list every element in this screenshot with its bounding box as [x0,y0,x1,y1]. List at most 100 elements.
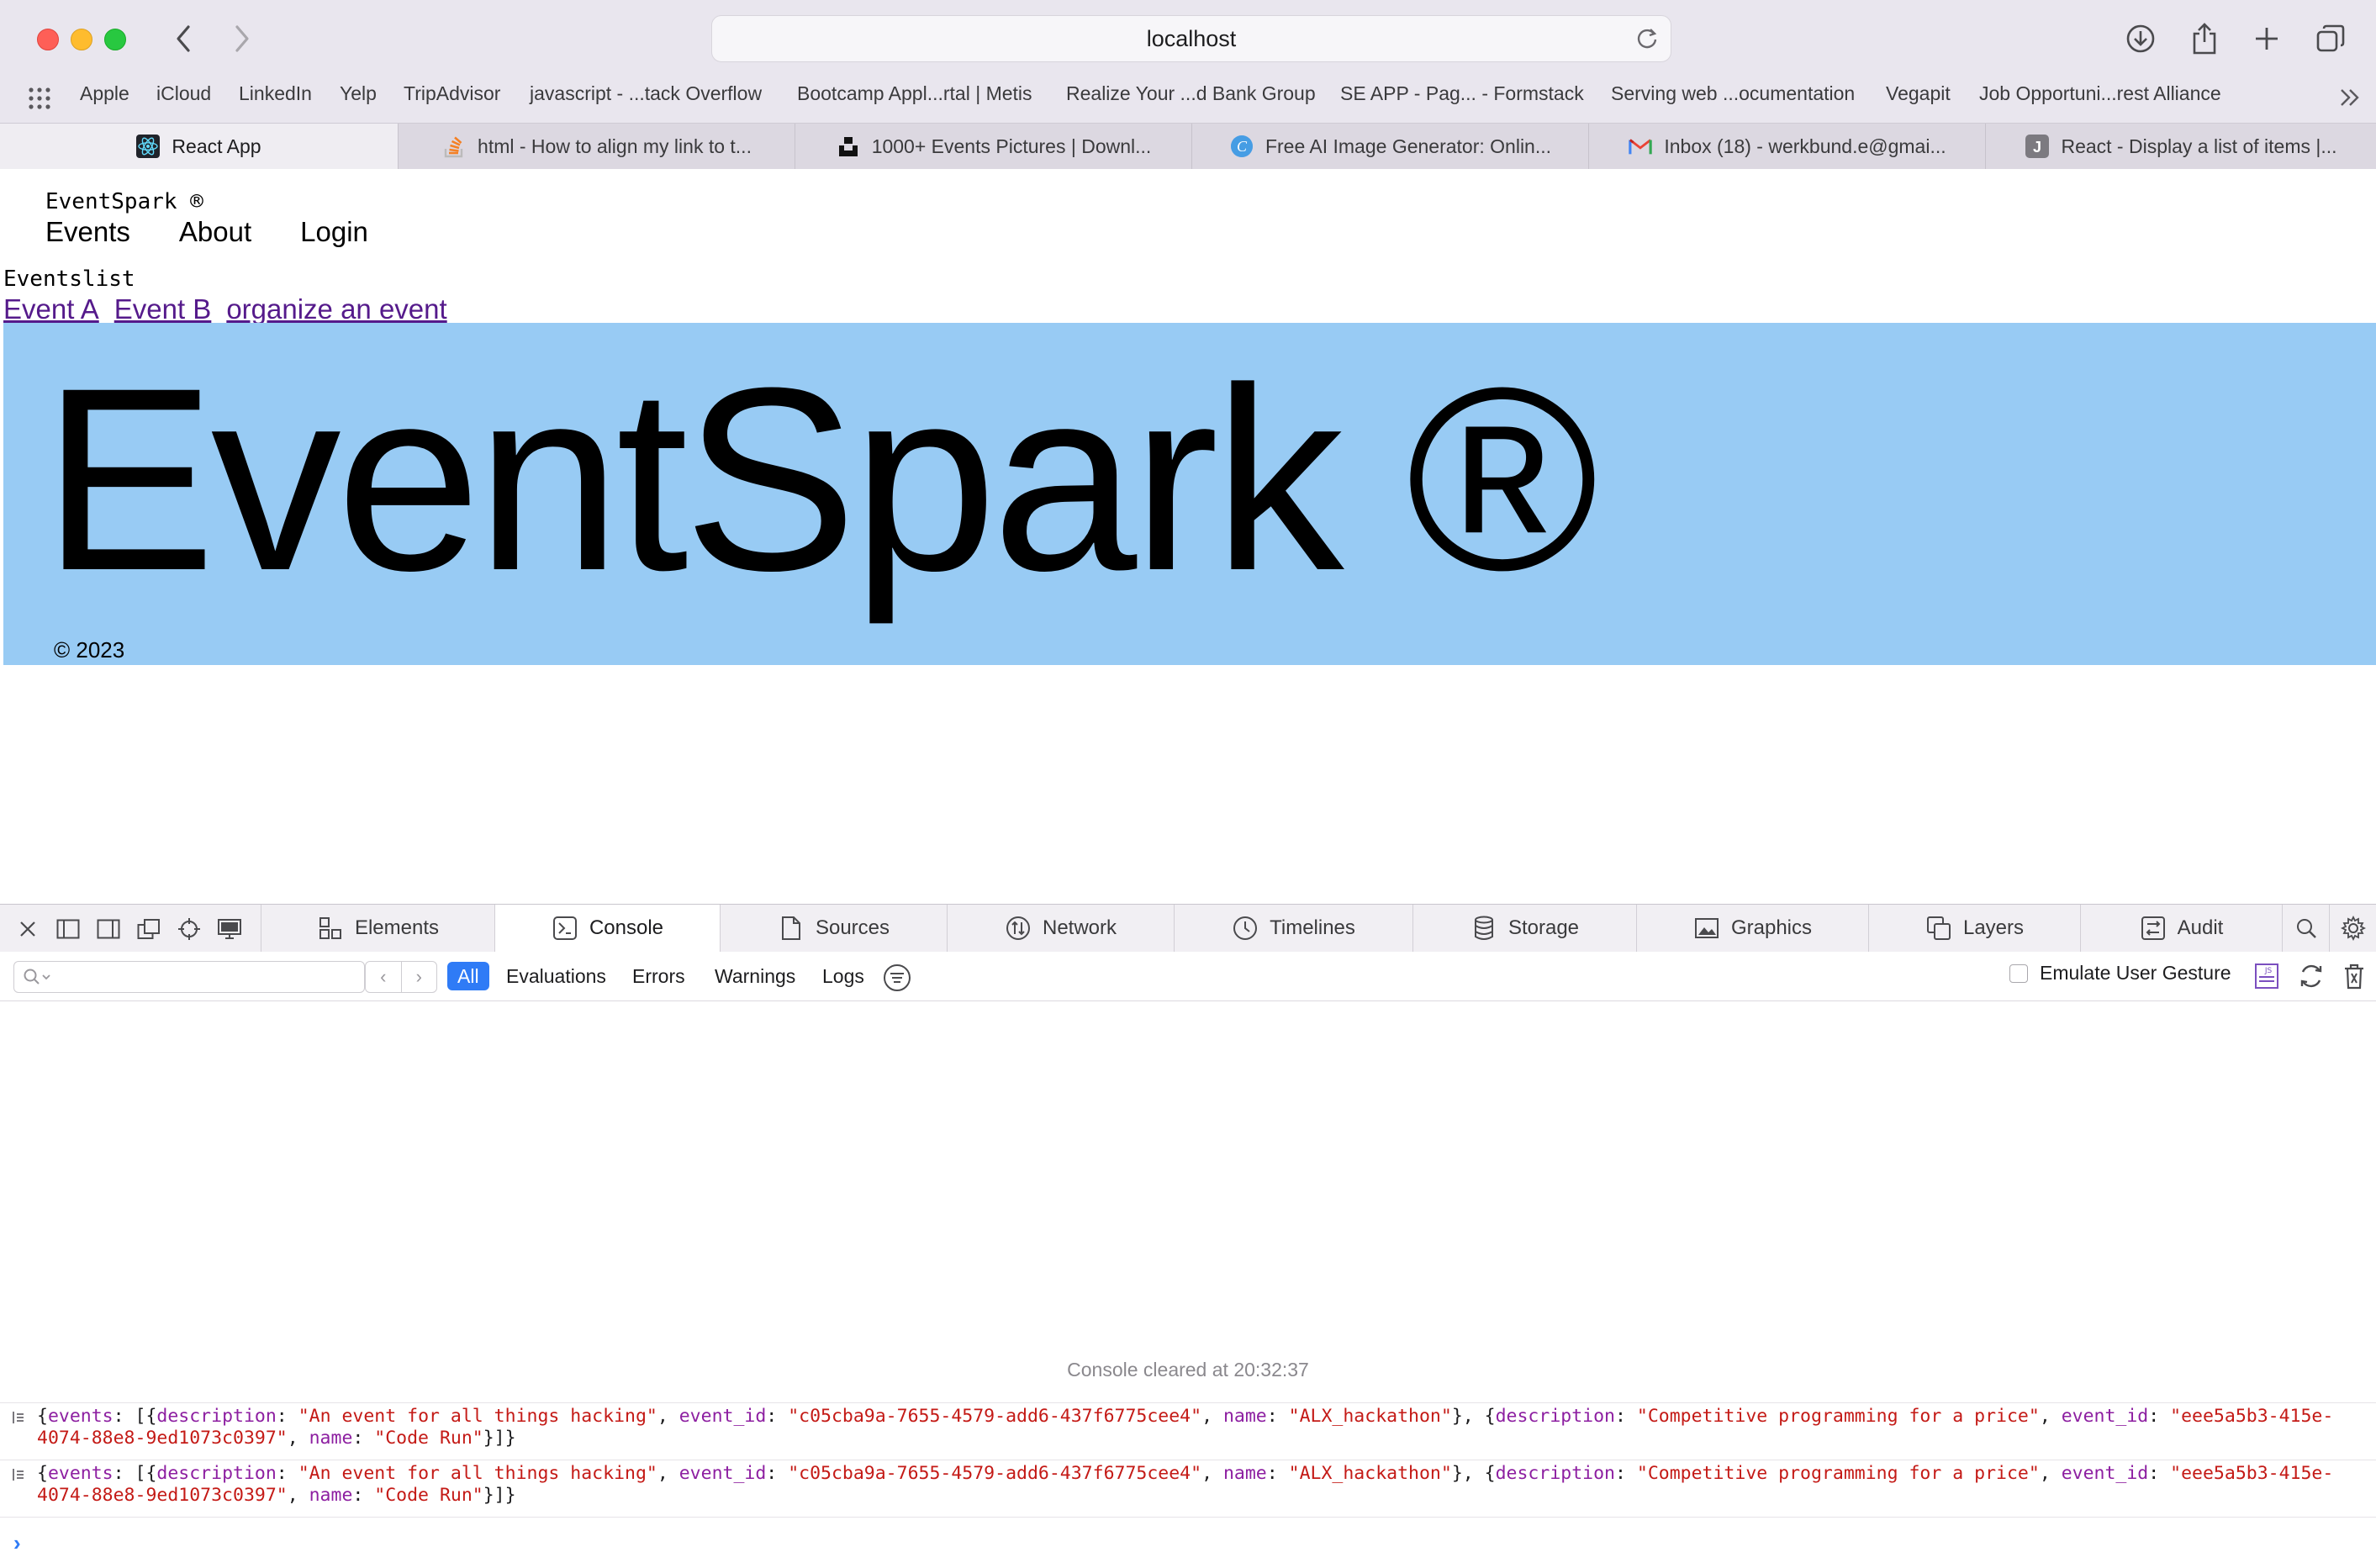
bookmark-bank-group[interactable]: Realize Your ...d Bank Group [1066,82,1316,105]
downloads-button[interactable] [2122,20,2159,57]
tab-bar: React App html - How to align my link to… [0,123,2376,170]
share-button[interactable] [2186,20,2223,57]
filter-evaluations[interactable]: Evaluations [496,962,616,990]
devtools-tab-storage[interactable]: Storage [1412,905,1637,952]
devtools-tab-layers[interactable]: Layers [1868,905,2081,952]
search-icon [2297,919,2316,938]
apps-grid-icon[interactable] [27,86,52,111]
organize-event-link[interactable]: organize an event [226,293,446,325]
bookmark-job-opportunities[interactable]: Job Opportuni...rest Alliance [1979,82,2221,105]
dock-left-icon[interactable] [55,916,81,942]
menu-item-events[interactable]: Events [45,216,130,248]
console-cleared-message: Console cleared at 20:32:37 [1067,1359,1309,1381]
close-devtools-icon[interactable] [15,916,40,942]
filter-options-icon[interactable] [883,964,911,992]
bookmark-metis[interactable]: Bootcamp Appl...rtal | Metis [797,82,1032,105]
bookmark-linkedin[interactable]: LinkedIn [239,82,312,105]
filter-logs[interactable]: Logs [812,962,874,990]
copyright-text: © 2023 [54,637,125,663]
devtools-tab-label: Network [1042,916,1117,939]
events-list-label: Eventslist [3,267,135,292]
dock-right-icon[interactable] [96,916,121,942]
next-result-icon[interactable]: › [400,962,437,992]
header-menu: Events About Login [45,216,368,248]
filter-errors[interactable]: Errors [622,962,695,990]
tab-canva[interactable]: C Free AI Image Generator: Onlin... [1191,124,1589,169]
devtools-tab-elements[interactable]: Elements [261,905,495,952]
device-icon[interactable] [217,916,242,942]
event-b-link[interactable]: Event B [114,293,212,325]
tab-react-app[interactable]: React App [0,124,398,169]
devtools-tab-label: Storage [1507,916,1580,939]
event-links: Event A Event B organize an event [3,293,447,325]
reload-icon[interactable] [1635,26,1659,50]
clock-icon [1233,916,1258,941]
devtools-panel: Elements Console Sources Network Timelin… [0,904,2376,1568]
detach-window-icon[interactable] [136,916,161,942]
filter-all[interactable]: All [447,962,489,990]
console-filter-input[interactable] [13,961,365,993]
log-list-icon [13,1469,24,1481]
devtools-tab-audit[interactable]: Audit [2080,905,2283,952]
event-a-link[interactable]: Event A [3,293,99,325]
console-icon [552,916,578,941]
bookmark-yelp[interactable]: Yelp [340,82,377,105]
devtools-tab-console[interactable]: Console [494,905,721,952]
double-chevron-right-icon[interactable] [2339,87,2361,108]
bookmark-tripadvisor[interactable]: TripAdvisor [404,82,500,105]
database-icon [1471,916,1497,941]
element-picker-icon[interactable] [177,916,202,942]
plus-icon [2256,28,2278,50]
react-icon [136,135,161,158]
menu-item-about[interactable]: About [179,216,251,248]
back-button[interactable] [166,18,200,59]
tab-unsplash[interactable]: 1000+ Events Pictures | Downl... [795,124,1192,169]
tab-react-list[interactable]: J React - Display a list of items |... [1985,124,2376,169]
bookmark-apple[interactable]: Apple [80,82,129,105]
tab-stackoverflow[interactable]: html - How to align my link to t... [398,124,795,169]
devtools-search-button[interactable] [2282,905,2330,952]
console-log-entry[interactable]: {events: [{description: "An event for al… [0,1402,2376,1459]
devtools-tab-timelines[interactable]: Timelines [1174,905,1413,952]
tab-label: React App [172,135,261,157]
unsplash-icon [837,135,860,158]
bookmark-formstack[interactable]: SE APP - Pag... - Formstack [1340,82,1584,105]
zoom-window-button[interactable] [104,29,126,50]
devtools-tab-label: Layers [1962,916,2025,939]
js-context-icon[interactable]: JS [2253,962,2280,990]
address-bar[interactable]: localhost [711,15,1671,62]
bookmark-stackoverflow[interactable]: javascript - ...tack Overflow [530,82,762,105]
share-icon [2193,23,2216,55]
devtools-tab-graphics[interactable]: Graphics [1636,905,1869,952]
download-icon [2126,24,2155,53]
previous-result-icon[interactable]: ‹ [366,962,401,992]
devtools-settings-button[interactable] [2329,905,2376,952]
emulate-user-gesture[interactable]: Emulate User Gesture [2009,962,2231,985]
j-icon: J [2025,135,2050,158]
close-window-button[interactable] [37,29,59,50]
tab-label: Free AI Image Generator: Onlin... [1265,135,1552,157]
reload-icon[interactable] [2297,962,2326,990]
new-tab-button[interactable] [2248,20,2285,57]
page-viewport: EventSpark ® Events About Login Eventsli… [0,169,2376,904]
devtools-tab-label: Timelines [1270,916,1355,939]
hero-banner: EventSpark ® © 2023 [3,323,2376,665]
header-brand: EventSpark ® [45,189,203,214]
minimize-window-button[interactable] [71,29,92,50]
menu-item-login[interactable]: Login [300,216,368,248]
tabs-overview-icon [2316,24,2345,52]
emulate-checkbox[interactable] [2009,964,2028,983]
forward-button[interactable] [225,18,259,59]
tab-gmail[interactable]: Inbox (18) - werkbund.e@gmai... [1588,124,1986,169]
devtools-tab-network[interactable]: Network [947,905,1175,952]
tab-overview-button[interactable] [2312,20,2349,57]
console-prompt[interactable]: › [13,1530,21,1556]
bookmark-serving-web[interactable]: Serving web ...ocumentation [1611,82,1855,105]
filter-warnings[interactable]: Warnings [705,962,805,990]
bookmark-vegapit[interactable]: Vegapit [1886,82,1951,105]
devtools-tab-sources[interactable]: Sources [720,905,948,952]
console-log-entry[interactable]: {events: [{description: "An event for al… [0,1460,2376,1516]
trash-icon[interactable] [2342,962,2366,990]
layers-icon [1926,916,1951,941]
bookmark-icloud[interactable]: iCloud [156,82,211,105]
